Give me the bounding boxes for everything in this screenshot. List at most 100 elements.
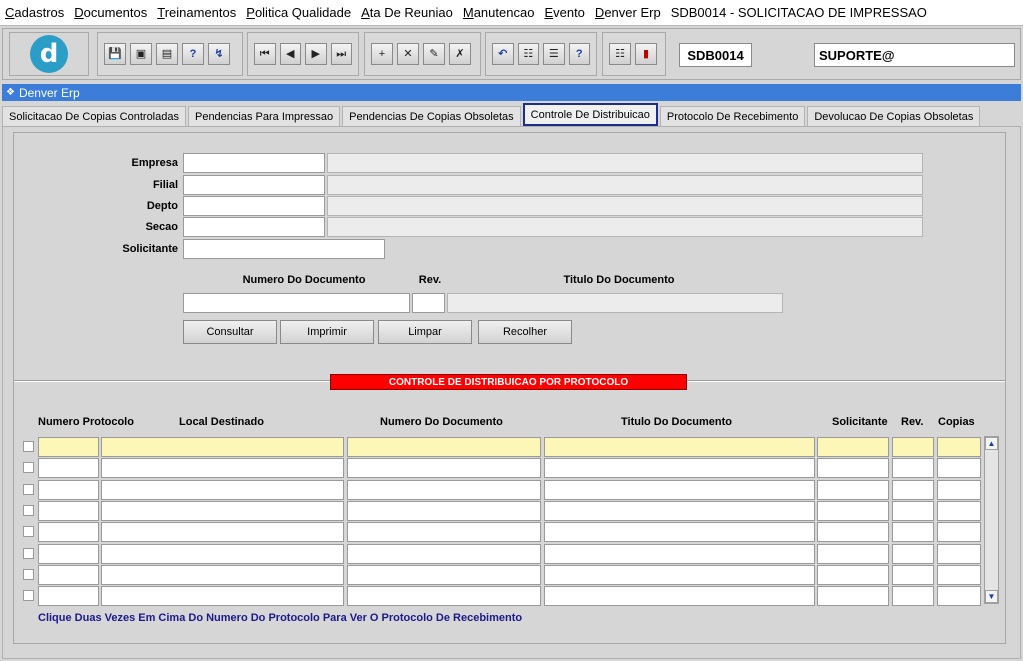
numero-documento-cell[interactable] <box>347 479 541 500</box>
rev-cell[interactable] <box>892 458 934 479</box>
row-checkbox[interactable] <box>23 504 34 516</box>
menu-icon[interactable]: ☷ <box>609 43 631 65</box>
rev-cell[interactable] <box>892 500 934 521</box>
local-destinado-cell[interactable] <box>101 586 344 607</box>
titulo-documento-cell[interactable] <box>544 586 815 607</box>
tab-controle-distribuicao[interactable]: Controle De Distribuicao <box>522 103 658 126</box>
titulo-documento-cell[interactable] <box>544 543 815 564</box>
execute-query-icon[interactable]: ↯ <box>208 43 230 65</box>
titulo-documento-cell[interactable] <box>544 500 815 521</box>
exit-icon[interactable]: ▮ <box>635 43 657 65</box>
solicitante-cell[interactable] <box>817 479 889 500</box>
copias-cell[interactable] <box>937 564 981 585</box>
rev-cell[interactable] <box>892 522 934 543</box>
local-destinado-cell[interactable] <box>101 564 344 585</box>
local-destinado-cell[interactable] <box>101 522 344 543</box>
titulo-documento-cell[interactable] <box>544 458 815 479</box>
solicitante-cell[interactable] <box>817 564 889 585</box>
tab-pendencias-copias-obsoletas[interactable]: Pendencias De Copias Obsoletas <box>342 106 521 126</box>
limpar-button[interactable]: Limpar <box>378 320 472 344</box>
recolher-button[interactable]: Recolher <box>478 320 572 344</box>
numero-documento-cell[interactable] <box>347 458 541 479</box>
numero-protocolo-cell[interactable] <box>38 479 99 500</box>
last-record-icon[interactable]: ⏭ <box>330 43 352 65</box>
solicitante-cell[interactable] <box>817 458 889 479</box>
keys-icon[interactable]: ☰ <box>543 43 565 65</box>
depto-code-input[interactable] <box>183 196 325 216</box>
rev-cell[interactable] <box>892 586 934 607</box>
tab-pendencias-impressao[interactable]: Pendencias Para Impressao <box>187 106 341 126</box>
copias-cell[interactable] <box>937 586 981 607</box>
numero-protocolo-cell[interactable] <box>38 543 99 564</box>
solicitante-cell[interactable] <box>817 522 889 543</box>
help-icon[interactable]: ? <box>568 43 590 65</box>
row-checkbox[interactable] <box>23 483 34 495</box>
titulo-documento-cell[interactable] <box>544 479 815 500</box>
rev-input[interactable] <box>412 293 445 313</box>
consultar-button[interactable]: Consultar <box>183 320 277 344</box>
numero-documento-cell[interactable] <box>347 564 541 585</box>
row-checkbox[interactable] <box>23 462 34 474</box>
tab-solicitacao-copias-controladas[interactable]: Solicitacao De Copias Controladas <box>2 106 186 126</box>
imprimir-button[interactable]: Imprimir <box>280 320 374 344</box>
menu-manutencao[interactable]: Manutencao <box>463 5 535 20</box>
numero-documento-cell[interactable] <box>347 543 541 564</box>
menu-politica-qualidade[interactable]: Politica Qualidade <box>246 5 351 20</box>
rev-cell[interactable] <box>892 543 934 564</box>
print-icon[interactable]: ▤ <box>156 43 178 65</box>
numero-documento-cell[interactable] <box>347 500 541 521</box>
menu-documentos[interactable]: Documentos <box>74 5 147 20</box>
row-checkbox[interactable] <box>23 547 34 559</box>
numero-protocolo-cell[interactable] <box>38 437 99 457</box>
tab-devolucao-copias-obsoletas[interactable]: Devolucao De Copias Obsoletas <box>807 106 981 126</box>
solicitante-cell[interactable] <box>817 543 889 564</box>
local-destinado-cell[interactable] <box>101 543 344 564</box>
local-destinado-cell[interactable] <box>101 479 344 500</box>
menu-form-title[interactable]: SDB0014 - SOLICITACAO DE IMPRESSAO <box>671 5 927 20</box>
menu-cadastros[interactable]: Cadastros <box>5 5 64 20</box>
copias-cell[interactable] <box>937 437 981 457</box>
rev-cell[interactable] <box>892 437 934 457</box>
first-record-icon[interactable]: ⏮ <box>254 43 276 65</box>
copias-cell[interactable] <box>937 543 981 564</box>
clear-icon[interactable]: ✗ <box>449 43 471 65</box>
solicitante-cell[interactable] <box>817 586 889 607</box>
next-record-icon[interactable]: ▶ <box>305 43 327 65</box>
numero-protocolo-cell[interactable] <box>38 458 99 479</box>
numero-protocolo-cell[interactable] <box>38 522 99 543</box>
previous-record-icon[interactable]: ◀ <box>279 43 301 65</box>
empresa-code-input[interactable] <box>183 153 325 173</box>
delete-record-icon[interactable]: ✕ <box>397 43 419 65</box>
scroll-down-icon[interactable]: ▼ <box>985 590 998 603</box>
scroll-up-icon[interactable]: ▲ <box>985 437 998 450</box>
numero-documento-cell[interactable] <box>347 586 541 607</box>
local-destinado-cell[interactable] <box>101 458 344 479</box>
solicitante-cell[interactable] <box>817 437 889 457</box>
row-checkbox[interactable] <box>23 590 34 602</box>
filial-code-input[interactable] <box>183 175 325 195</box>
copias-cell[interactable] <box>937 458 981 479</box>
tab-protocolo-recebimento[interactable]: Protocolo De Recebimento <box>659 106 806 126</box>
titulo-documento-cell[interactable] <box>544 437 815 457</box>
edit-icon[interactable]: ✎ <box>423 43 445 65</box>
menu-denver-erp[interactable]: Denver Erp <box>595 5 661 20</box>
row-checkbox[interactable] <box>23 441 34 452</box>
rev-cell[interactable] <box>892 564 934 585</box>
row-checkbox[interactable] <box>23 568 34 580</box>
numero-documento-input[interactable] <box>183 293 410 313</box>
numero-protocolo-cell[interactable] <box>38 586 99 607</box>
menu-treinamentos[interactable]: Treinamentos <box>157 5 236 20</box>
save-icon[interactable]: 💾 <box>104 43 126 65</box>
copias-cell[interactable] <box>937 479 981 500</box>
titulo-documento-cell[interactable] <box>544 564 815 585</box>
insert-record-icon[interactable]: + <box>371 43 393 65</box>
copias-cell[interactable] <box>937 500 981 521</box>
copias-cell[interactable] <box>937 522 981 543</box>
numero-protocolo-cell[interactable] <box>38 500 99 521</box>
numero-documento-cell[interactable] <box>347 437 541 457</box>
solicitante-input[interactable] <box>183 239 385 259</box>
numero-protocolo-cell[interactable] <box>38 564 99 585</box>
menu-evento[interactable]: Evento <box>544 5 584 20</box>
undo-icon[interactable]: ↶ <box>492 43 514 65</box>
titulo-documento-cell[interactable] <box>544 522 815 543</box>
